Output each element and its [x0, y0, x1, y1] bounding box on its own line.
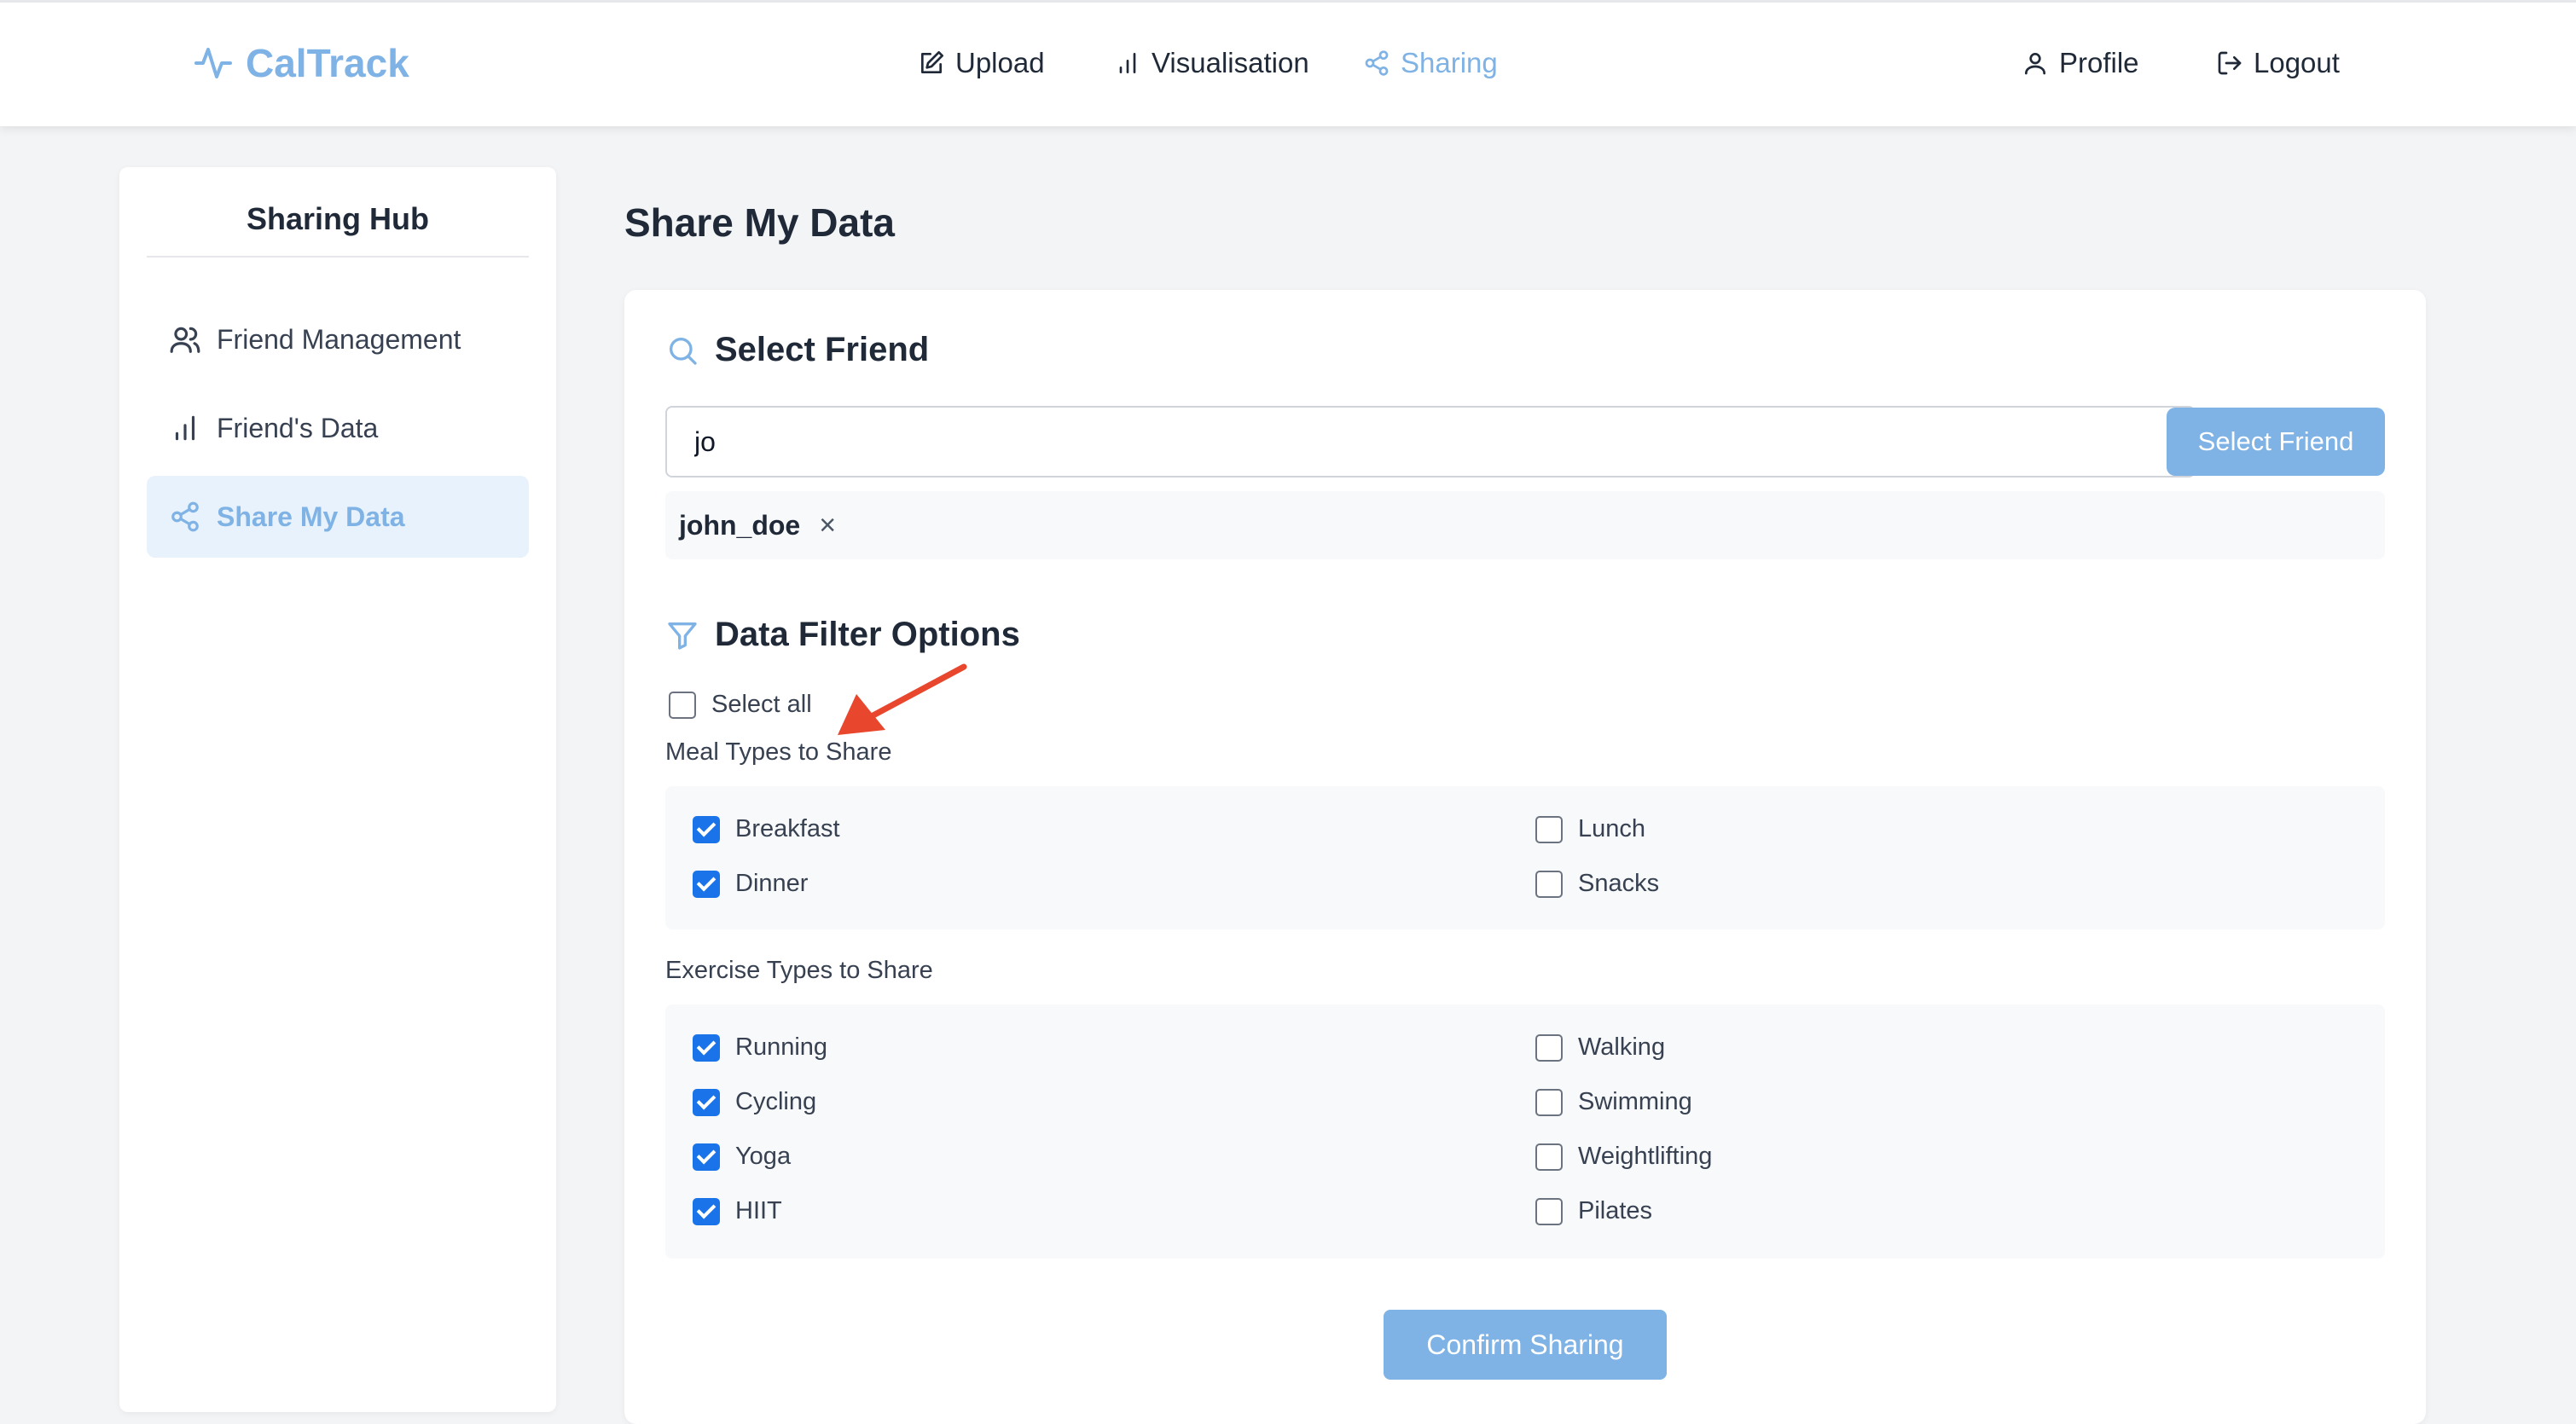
exercise-option[interactable]: Pilates — [1535, 1197, 1652, 1225]
nav-upload[interactable]: Upload — [918, 47, 1045, 79]
page-title: Share My Data — [624, 200, 896, 245]
activity-icon — [194, 48, 232, 78]
exercise-option-label: Pilates — [1578, 1197, 1653, 1224]
meal-option[interactable]: Dinner — [693, 870, 808, 898]
exercise-option-label: Swimming — [1578, 1088, 1692, 1115]
exercise-option-label: Cycling — [735, 1088, 817, 1115]
share-icon — [1365, 50, 1389, 76]
selected-friend-bar: john_doe × — [665, 491, 2385, 559]
exercise-option[interactable]: Running — [693, 1033, 827, 1062]
meal-checkbox[interactable] — [1535, 815, 1563, 843]
meal-option-label: Breakfast — [735, 815, 840, 842]
select-friend-section-heading: Select Friend — [665, 331, 929, 369]
annotation-arrow-icon — [838, 663, 967, 735]
logout-icon — [2218, 51, 2242, 75]
share-card: Select Friend Select Friend john_doe × D… — [624, 290, 2426, 1424]
sidebar-item-share-my-data[interactable]: Share My Data — [147, 476, 529, 558]
select-friend-button[interactable]: Select Friend — [2167, 408, 2385, 476]
exercise-checkbox[interactable] — [1535, 1143, 1563, 1171]
nav-logout-label: Logout — [2254, 47, 2340, 78]
meal-option-label: Dinner — [735, 870, 809, 897]
exercise-option-label: HIIT — [735, 1197, 782, 1224]
nav-sharing[interactable]: Sharing — [1363, 47, 1498, 79]
exercise-options-box: Running Walking Cycling Swimming Yoga We… — [665, 1004, 2385, 1259]
selected-friend-name: john_doe — [679, 509, 801, 541]
meal-option[interactable]: Lunch — [1535, 815, 1645, 843]
sidebar-item-label: Friend Management — [217, 323, 461, 355]
select-all-option[interactable]: Select all — [669, 691, 812, 719]
exercise-option-label: Yoga — [735, 1143, 792, 1170]
nav-visualisation-label: Visualisation — [1152, 47, 1309, 78]
nav-visualisation[interactable]: Visualisation — [1114, 47, 1309, 79]
sidebar-item-friend-management[interactable]: Friend Management — [147, 298, 529, 380]
filter-section-heading: Data Filter Options — [665, 616, 1020, 654]
exercise-group-label: Exercise Types to Share — [665, 957, 933, 984]
select-all-label: Select all — [711, 691, 812, 718]
edit-icon — [921, 51, 943, 73]
exercise-option-label: Walking — [1578, 1033, 1666, 1061]
top-navbar: CalTrack Upload Visualisation Sharing Pr… — [0, 0, 2576, 126]
exercise-option[interactable]: Walking — [1535, 1033, 1665, 1062]
exercise-option[interactable]: Weightlifting — [1535, 1143, 1712, 1171]
exercise-checkbox[interactable] — [693, 1033, 720, 1062]
sidebar: Sharing Hub Friend Management Friend's D… — [119, 167, 556, 1412]
meal-checkbox[interactable] — [693, 815, 720, 843]
meal-option-label: Snacks — [1578, 870, 1660, 897]
remove-friend-icon[interactable]: × — [819, 509, 836, 542]
meal-option[interactable]: Breakfast — [693, 815, 840, 843]
meal-checkbox[interactable] — [1535, 870, 1563, 898]
friend-search-input[interactable] — [665, 406, 2196, 478]
nav-logout[interactable]: Logout — [2216, 47, 2340, 79]
nav-upload-label: Upload — [955, 47, 1045, 78]
exercise-option[interactable]: Yoga — [693, 1143, 791, 1171]
exercise-checkbox[interactable] — [693, 1143, 720, 1171]
sidebar-item-label: Friend's Data — [217, 412, 379, 443]
sidebar-item-friends-data[interactable]: Friend's Data — [147, 387, 529, 469]
confirm-sharing-button[interactable]: Confirm Sharing — [1384, 1310, 1667, 1380]
exercise-option[interactable]: HIIT — [693, 1197, 782, 1225]
select-friend-heading-text: Select Friend — [715, 331, 930, 368]
nav-sharing-label: Sharing — [1401, 47, 1498, 78]
share-icon — [171, 501, 199, 532]
bar-chart-icon — [1119, 53, 1136, 73]
meal-option[interactable]: Snacks — [1535, 870, 1659, 898]
exercise-option[interactable]: Swimming — [1535, 1088, 1692, 1116]
nav-profile-label: Profile — [2059, 47, 2139, 78]
exercise-checkbox[interactable] — [693, 1197, 720, 1225]
select-all-checkbox[interactable] — [669, 691, 696, 719]
bar-chart-icon — [175, 415, 195, 441]
exercise-checkbox[interactable] — [1535, 1033, 1563, 1062]
brand-name: CalTrack — [246, 41, 409, 85]
meal-options-box: Breakfast Lunch Dinner Snacks — [665, 786, 2385, 929]
exercise-checkbox[interactable] — [693, 1088, 720, 1116]
meal-checkbox[interactable] — [693, 870, 720, 898]
brand[interactable]: CalTrack — [193, 40, 409, 86]
sidebar-item-label: Share My Data — [217, 501, 405, 532]
exercise-option-label: Running — [735, 1033, 828, 1061]
sidebar-title: Sharing Hub — [247, 201, 429, 236]
user-icon — [2025, 53, 2045, 75]
meal-option-label: Lunch — [1578, 815, 1646, 842]
nav-profile[interactable]: Profile — [2022, 47, 2139, 79]
search-icon — [670, 337, 697, 365]
filter-icon — [668, 622, 697, 650]
users-icon — [170, 327, 200, 353]
exercise-checkbox[interactable] — [1535, 1088, 1563, 1116]
meal-group-label: Meal Types to Share — [665, 738, 892, 766]
sidebar-divider — [147, 256, 529, 258]
exercise-option-label: Weightlifting — [1578, 1143, 1713, 1170]
exercise-option[interactable]: Cycling — [693, 1088, 816, 1116]
exercise-checkbox[interactable] — [1535, 1197, 1563, 1225]
filter-heading-text: Data Filter Options — [715, 616, 1020, 653]
